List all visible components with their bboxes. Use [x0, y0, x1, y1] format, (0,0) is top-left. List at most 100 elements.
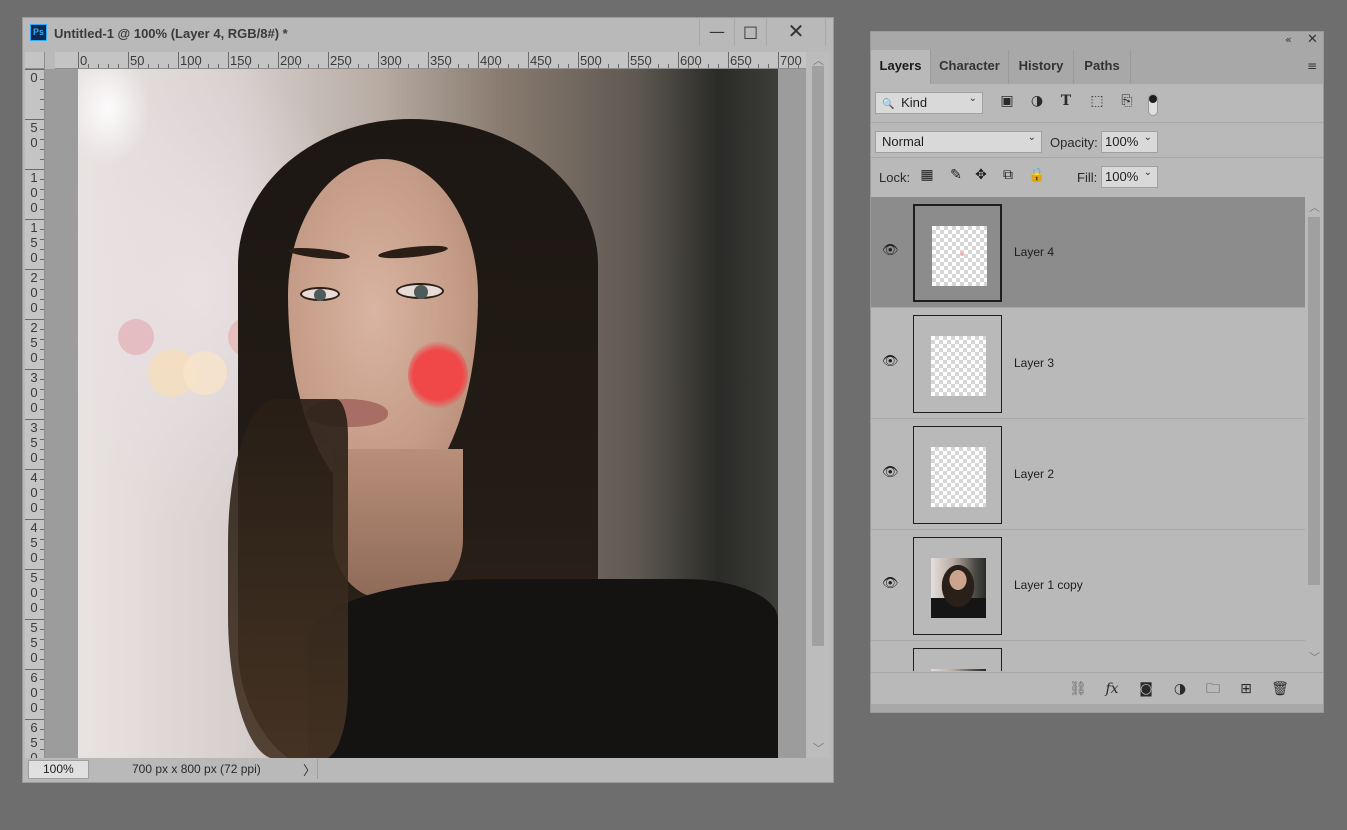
layer-thumbnail[interactable]: [913, 315, 1002, 413]
document-titlebar[interactable]: Ps Untitled-1 @ 100% (Layer 4, RGB/8#) *…: [23, 18, 833, 48]
paint-dot: [960, 252, 964, 256]
opacity-field[interactable]: 100% ⌄: [1101, 131, 1158, 153]
panel-menu-icon[interactable]: ≡: [1307, 59, 1317, 73]
visibility-eye-icon[interactable]: 👁: [882, 244, 899, 257]
tab-history[interactable]: History: [1009, 50, 1074, 84]
zoom-level-field[interactable]: 100%: [28, 760, 89, 779]
filter-type-layer-icon[interactable]: T: [1057, 92, 1075, 110]
visibility-eye-icon[interactable]: 👁: [882, 577, 899, 590]
ruler-minor-tick: [40, 259, 44, 260]
image-canvas[interactable]: [78, 69, 778, 758]
ruler-label: 650: [30, 720, 38, 758]
ruler-minor-tick: [40, 749, 44, 750]
scroll-up-icon[interactable]: ︿: [1309, 199, 1320, 215]
collapse-panel-icon[interactable]: «: [1285, 33, 1292, 46]
fill-field[interactable]: 100% ⌄: [1101, 166, 1158, 188]
close-panel-icon[interactable]: ✕: [1307, 32, 1318, 47]
scroll-up-icon[interactable]: ︿: [813, 52, 824, 68]
ruler-minor-tick: [758, 64, 759, 68]
search-icon: 🔍: [882, 99, 895, 110]
layer-row-layer-1-copy[interactable]: 👁 Layer 1 copy: [871, 530, 1305, 641]
panel-header[interactable]: « ✕: [871, 32, 1323, 50]
close-document-button[interactable]: ✕: [766, 19, 826, 46]
horizontal-ruler[interactable]: 0 50 100 150 200 250 300 350 400 450 500 550 600 650 7…: [55, 52, 806, 69]
layer-thumbnail[interactable]: [913, 537, 1002, 635]
layer-row-layer-4[interactable]: 👁 Layer 4: [871, 197, 1305, 308]
scroll-down-icon[interactable]: ﹀: [1309, 649, 1320, 665]
layer-name[interactable]: Layer 1 copy: [1014, 578, 1083, 592]
scroll-down-icon[interactable]: ﹀: [813, 740, 824, 756]
document-vertical-scrollbar[interactable]: ︿ ﹀: [806, 52, 830, 758]
blend-mode-dropdown[interactable]: Normal ⌄: [875, 131, 1042, 153]
ruler-minor-tick: [40, 349, 44, 350]
add-mask-icon[interactable]: ◙: [1136, 679, 1156, 699]
photoshop-logo-icon: Ps: [30, 24, 47, 41]
layer-name[interactable]: Layer 2: [1014, 467, 1054, 481]
ruler-minor-tick: [318, 64, 319, 68]
scrollbar-thumb[interactable]: [812, 66, 824, 646]
lock-all-icon[interactable]: 🔒: [1028, 166, 1046, 184]
filter-adjustment-layer-icon[interactable]: ◑: [1028, 92, 1046, 110]
lock-position-icon[interactable]: ✥: [972, 166, 990, 184]
layer-row-layer-2[interactable]: 👁 Layer 2: [871, 419, 1305, 530]
ruler-label: 300: [30, 370, 38, 415]
layer-row-partial[interactable]: [871, 641, 1305, 671]
ruler-minor-tick: [368, 64, 369, 68]
scrollbar-thumb[interactable]: [1308, 217, 1320, 585]
ruler-minor-tick: [40, 249, 44, 250]
filter-shape-layer-icon[interactable]: ⬚: [1088, 92, 1106, 110]
ruler-minor-tick: [738, 64, 739, 68]
ruler-minor-tick: [40, 79, 44, 80]
toggle-knob: [1149, 95, 1157, 103]
tab-character[interactable]: Character: [931, 50, 1009, 84]
tab-paths[interactable]: Paths: [1074, 50, 1131, 84]
ruler-label: 500: [30, 570, 38, 615]
new-group-folder-icon[interactable]: 🗀: [1203, 679, 1223, 699]
ruler-minor-tick: [40, 139, 44, 140]
filter-pixel-layer-icon[interactable]: ▣: [998, 92, 1016, 110]
ruler-minor-tick: [608, 64, 609, 68]
layer-row-layer-3[interactable]: 👁 Layer 3: [871, 308, 1305, 419]
ruler-origin[interactable]: [25, 52, 45, 69]
ruler-minor-tick: [40, 129, 44, 130]
ruler-label: 450: [30, 520, 38, 565]
new-layer-icon[interactable]: ⊞: [1236, 679, 1256, 699]
minimize-button[interactable]: —: [699, 19, 734, 46]
vertical-ruler[interactable]: 0 50 100 150 200 250 300 350 400 450 500 550 600 650: [25, 69, 45, 758]
blend-row: Normal ⌄ Opacity: 100% ⌄: [871, 124, 1323, 158]
layer-name[interactable]: Layer 3: [1014, 356, 1054, 370]
ruler-minor-tick: [40, 389, 44, 390]
lock-transparent-pixels-icon[interactable]: ▦: [918, 166, 936, 184]
layer-thumbnail[interactable]: [913, 648, 1002, 671]
delete-layer-trash-icon[interactable]: 🗑: [1270, 679, 1290, 699]
layer-list-scrollbar[interactable]: ︿ ﹀: [1305, 197, 1323, 671]
ruler-minor-tick: [40, 289, 44, 290]
new-adjustment-layer-icon[interactable]: ◑: [1170, 679, 1190, 699]
filter-smart-object-icon[interactable]: ⎘: [1118, 92, 1136, 110]
ruler-major-tick: [578, 52, 579, 68]
ruler-minor-tick: [40, 359, 44, 360]
ruler-minor-tick: [138, 64, 139, 68]
status-menu-arrow-icon[interactable]: 〉: [303, 760, 316, 779]
lock-artboard-icon[interactable]: ⧉: [999, 166, 1017, 184]
link-layers-icon[interactable]: ⛓: [1068, 679, 1088, 699]
ruler-major-tick: [228, 52, 229, 68]
layer-thumbnail[interactable]: [913, 426, 1002, 524]
tab-layers[interactable]: Layers: [871, 50, 931, 84]
ruler-minor-tick: [40, 549, 44, 550]
maximize-button[interactable]: □: [734, 19, 766, 46]
ruler-major-tick: [728, 52, 729, 68]
visibility-eye-icon[interactable]: 👁: [882, 466, 899, 479]
lock-image-pixels-icon[interactable]: ✎: [947, 166, 965, 184]
visibility-eye-icon[interactable]: 👁: [882, 355, 899, 368]
filter-toggle-switch[interactable]: [1148, 94, 1158, 116]
ruler-minor-tick: [768, 64, 769, 68]
panel-resize-grip[interactable]: [871, 704, 1323, 712]
ruler-minor-tick: [40, 229, 44, 230]
filter-kind-dropdown[interactable]: 🔍 Kind ⌄: [875, 92, 983, 114]
layer-style-fx-icon[interactable]: fx: [1102, 679, 1122, 699]
layer-name[interactable]: Layer 4: [1014, 245, 1054, 259]
ruler-minor-tick: [40, 599, 44, 600]
layer-thumbnail[interactable]: [913, 204, 1002, 302]
ruler-minor-tick: [438, 64, 439, 68]
